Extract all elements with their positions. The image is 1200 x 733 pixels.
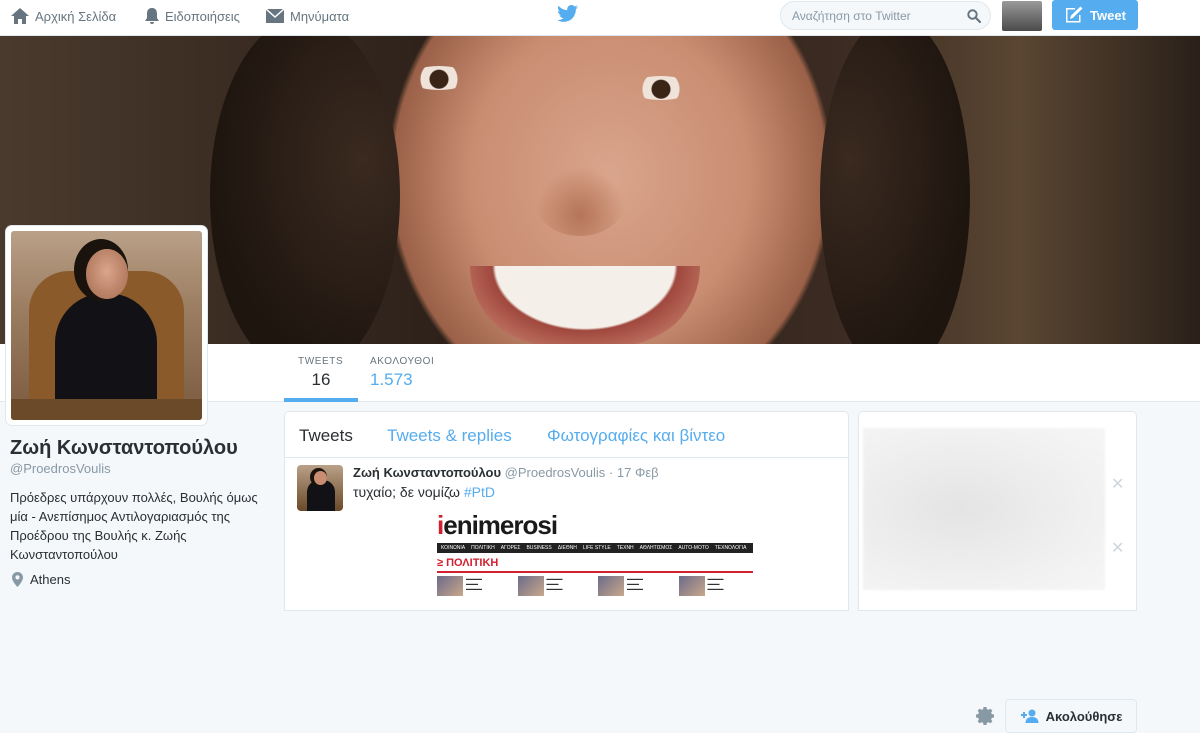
stat-tweets-label: TWEETS: [298, 356, 344, 367]
tweet-header: Ζωή Κωνσταντοπούλου @ProedrosVoulis · 17…: [353, 465, 659, 480]
close-icon[interactable]: ✕: [1111, 538, 1124, 558]
tweet-hashtag[interactable]: #PtD: [464, 484, 495, 500]
tab-tweets[interactable]: Tweets: [299, 426, 353, 446]
profile-name[interactable]: Ζωή Κωνσταντοπούλου: [10, 437, 238, 460]
stat-following-label: ΑΚΟΛΟΥΘΟΙ: [370, 356, 435, 367]
home-icon: [11, 8, 29, 24]
gear-icon[interactable]: [975, 706, 995, 731]
nav-home[interactable]: Αρχική Σελίδα: [10, 0, 116, 32]
add-user-icon: [1020, 709, 1039, 723]
location-pin-icon: [12, 572, 23, 587]
tweet-button-label: Tweet: [1090, 7, 1126, 23]
tweet-body: τυχαίο; δε νομίζω: [353, 484, 460, 500]
tweet-button[interactable]: Tweet: [1052, 0, 1138, 30]
tweet-avatar[interactable]: [297, 465, 343, 511]
nav-messages-label: Μηνύματα: [290, 8, 350, 24]
close-icon[interactable]: ✕: [1111, 474, 1124, 494]
tweet-fullname[interactable]: Ζωή Κωνσταντοπούλου: [353, 465, 501, 480]
follow-button-label: Ακολούθησε: [1045, 708, 1123, 724]
compose-icon: [1066, 6, 1083, 23]
profile-bio: Πρόεδρες υπάρχουν πολλές, Βουλής όμως μί…: [10, 490, 258, 562]
tweet-username[interactable]: @ProedrosVoulis: [505, 465, 606, 480]
profile-handle[interactable]: @ProedrosVoulis: [10, 461, 111, 476]
tweet-timestamp[interactable]: 17 Φεβ: [617, 465, 659, 480]
follow-button[interactable]: Ακολούθησε: [1005, 699, 1137, 733]
nav-home-label: Αρχική Σελίδα: [35, 8, 117, 24]
media-section-title: ≥ ΠΟΛΙΤΙΚΗ: [437, 557, 753, 573]
twitter-bird-icon[interactable]: [557, 5, 579, 28]
top-navigation: Αρχική Σελίδα Ειδοποιήσεις Μηνύματα Twee…: [0, 0, 1200, 36]
timeline-tabs: Tweets Tweets & replies Φωτογραφίες και …: [285, 412, 848, 458]
search-box: [780, 1, 991, 30]
timeline: Tweets Tweets & replies Φωτογραφίες και …: [284, 411, 849, 611]
stat-tweets-value: 16: [311, 370, 331, 389]
nav-messages[interactable]: Μηνύματα: [265, 0, 349, 32]
search-input[interactable]: [792, 2, 962, 29]
user-avatar[interactable]: [1002, 1, 1042, 31]
profile-location-label: Athens: [30, 572, 71, 587]
profile-photo[interactable]: [6, 226, 207, 425]
stat-tweets[interactable]: TWEETS 16: [298, 356, 344, 390]
tweet-time-separator: ·: [608, 465, 617, 480]
tweet-item[interactable]: Ζωή Κωνσταντοπούλου @ProedrosVoulis · 17…: [285, 458, 848, 610]
suggestions-panel: ✕ ✕: [858, 411, 1137, 611]
nav-notifications-label: Ειδοποιήσεις: [165, 8, 240, 24]
search-icon[interactable]: [967, 9, 981, 23]
tweet-text: τυχαίο; δε νομίζω #PtD: [353, 484, 495, 500]
blurred-suggestion: [863, 428, 1105, 590]
tweet-media-image[interactable]: ienimerosi ΚΟΙΝΩΝΙΑ ΠΟΛΙΤΙΚΗ ΑΓΟΡΕΣ BUSINES…: [437, 510, 753, 610]
media-thumbnails: ▬▬▬▬ ▬▬▬ ▬▬▬▬ ▬▬▬▬ ▬▬▬ ▬▬▬▬ ▬▬▬▬ ▬▬▬ ▬▬▬▬ ▬▬▬▬…: [437, 576, 753, 596]
stat-following-value: 1.573: [370, 370, 413, 389]
bell-icon: [145, 8, 159, 24]
media-site-logo: ienimerosi: [437, 510, 558, 540]
envelope-icon: [265, 8, 285, 23]
nav-notifications[interactable]: Ειδοποιήσεις: [144, 0, 240, 32]
active-stat-indicator: [284, 398, 358, 402]
media-menu-bar: ΚΟΙΝΩΝΙΑ ΠΟΛΙΤΙΚΗ ΑΓΟΡΕΣ BUSINESS ΔΙΕΘΝΗ LIFE…: [437, 543, 753, 553]
tab-photos-videos[interactable]: Φωτογραφίες και βίντεο: [547, 426, 725, 446]
profile-location: Athens: [12, 572, 70, 587]
tab-tweets-replies[interactable]: Tweets & replies: [387, 426, 512, 446]
stat-following[interactable]: ΑΚΟΛΟΥΘΟΙ 1.573: [370, 356, 434, 390]
